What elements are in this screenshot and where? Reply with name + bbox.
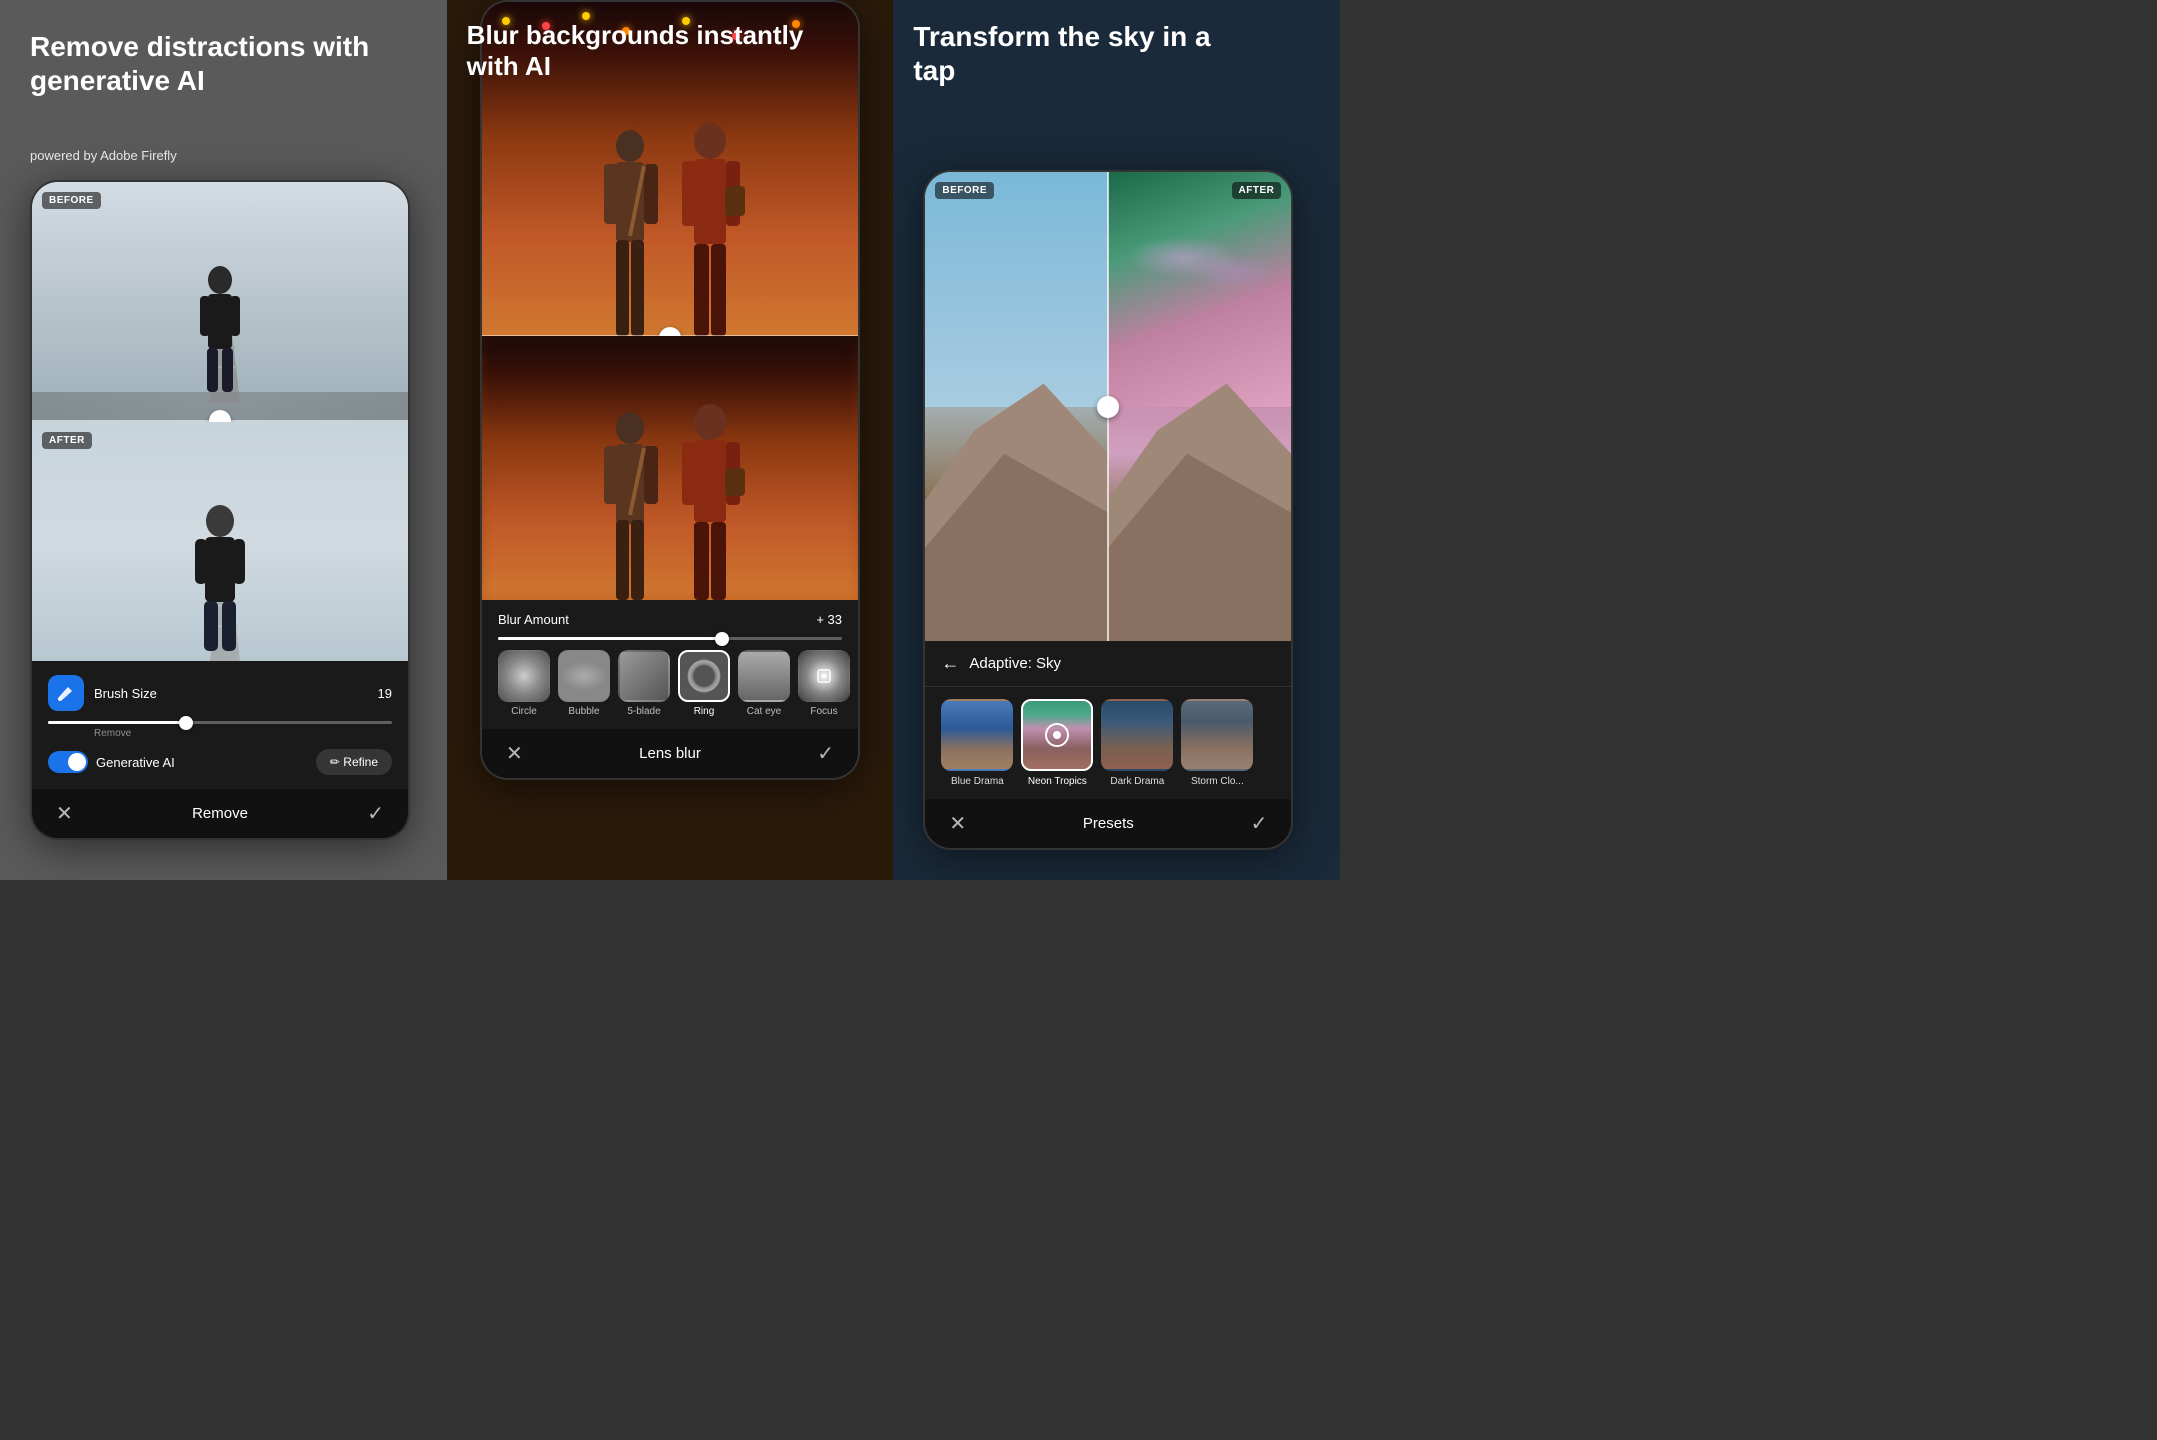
blur-option-focus[interactable]: Focus — [798, 650, 850, 717]
brush-slider[interactable] — [48, 721, 392, 724]
bottom-bar-1: ✕ Remove ✓ — [32, 789, 408, 838]
blur-option-circle[interactable]: Circle — [498, 650, 550, 717]
blur-option-5blade[interactable]: 5-blade — [618, 650, 670, 717]
blur-label-focus: Focus — [810, 706, 837, 717]
phone-mockup-2: BEFORE — [480, 0, 860, 780]
p3-check-icon[interactable]: ✓ — [1251, 811, 1268, 836]
preset-storm[interactable]: Storm Clo... — [1181, 699, 1253, 787]
blur-amount-label: Blur Amount — [498, 612, 808, 627]
brush-icon — [48, 675, 84, 711]
preset-neon-tropics[interactable]: Neon Tropics — [1021, 699, 1093, 787]
split-divider — [1107, 172, 1109, 641]
p2-controls: Blur Amount + 33 Circle — [482, 600, 858, 729]
p2-after-image: AFTER — [482, 336, 858, 600]
after-badge: AFTER — [42, 432, 92, 449]
panel-blur-backgrounds: Blur backgrounds instantly with AI BEFOR… — [447, 0, 894, 880]
generative-ai-label: Generative AI — [96, 755, 175, 770]
preset-label-neon-tropics: Neon Tropics — [1028, 776, 1087, 787]
bottom-label-1: Remove — [192, 805, 248, 822]
blur-option-ring[interactable]: Ring — [678, 650, 730, 717]
blur-option-bubble[interactable]: Bubble — [558, 650, 610, 717]
blur-options: Circle Bubble 5-blade — [498, 650, 842, 717]
blur-label-bubble: Bubble — [568, 706, 599, 717]
p3-presets: Blue Drama Neon Tropics Dark Drama — [925, 687, 1291, 799]
p3-after-badge: AFTER — [1232, 182, 1282, 199]
p3-close-icon[interactable]: ✕ — [949, 811, 966, 836]
p2-close-icon[interactable]: ✕ — [506, 741, 523, 766]
remove-label: Remove — [94, 728, 392, 739]
p3-photo: BEFORE AFTER — [925, 172, 1291, 641]
blur-amount-value: + 33 — [816, 612, 842, 627]
preset-label-blue-drama: Blue Drama — [951, 776, 1004, 787]
before-section: BEFORE — [32, 182, 408, 422]
panel1-title: Remove distractions with generative AI — [30, 30, 390, 97]
check-icon[interactable]: ✓ — [367, 801, 384, 826]
panel1-subtitle: powered by Adobe Firefly — [30, 148, 177, 163]
blur-thumb-focus — [798, 650, 850, 702]
preset-label-storm: Storm Clo... — [1191, 776, 1244, 787]
phone-mockup-1: BEFORE — [30, 180, 410, 840]
preset-thumb-neon-tropics — [1021, 699, 1093, 771]
bottom-bar-2: ✕ Lens blur ✓ — [482, 729, 858, 778]
brush-size-value: 19 — [378, 686, 392, 701]
panel-transform-sky: Transform the sky in a tap — [893, 0, 1340, 880]
blur-thumb-5blade — [618, 650, 670, 702]
p3-adaptive-label: Adaptive: Sky — [969, 655, 1061, 672]
preset-label-dark-drama: Dark Drama — [1110, 776, 1164, 787]
toolbar-1: Brush Size 19 Remove Generative AI — [32, 661, 408, 789]
before-badge: BEFORE — [42, 192, 101, 209]
panel3-title: Transform the sky in a tap — [913, 20, 1233, 87]
close-icon[interactable]: ✕ — [56, 801, 73, 826]
after-section: AFTER — [32, 422, 408, 662]
p3-adaptive-bar: ← Adaptive: Sky — [925, 641, 1291, 687]
preset-dark-drama[interactable]: Dark Drama — [1101, 699, 1173, 787]
blur-label-ring: Ring — [694, 706, 715, 717]
panel-remove-distractions: Remove distractions with generative AI p… — [0, 0, 447, 880]
phone-mockup-3: BEFORE AFTER ← Adaptive: Sky Blue Drama — [923, 170, 1293, 850]
refine-label: ✏ Refine — [330, 755, 378, 769]
bottom-label-3: Presets — [1083, 815, 1134, 832]
panel2-title: Blur backgrounds instantly with AI — [467, 20, 827, 82]
blur-label-circle: Circle — [511, 706, 537, 717]
preset-thumb-dark-drama — [1101, 699, 1173, 771]
refine-button[interactable]: ✏ Refine — [316, 749, 392, 775]
p3-before-half — [925, 172, 1108, 641]
blur-thumb-circle — [498, 650, 550, 702]
p3-controls: ← Adaptive: Sky Blue Drama — [925, 641, 1291, 799]
blur-label-cateye: Cat eye — [747, 706, 781, 717]
bottom-label-2: Lens blur — [639, 745, 701, 762]
generative-ai-toggle[interactable] — [48, 751, 88, 773]
preset-thumb-blue-drama — [941, 699, 1013, 771]
blur-thumb-ring — [678, 650, 730, 702]
p3-after-half — [1108, 172, 1291, 641]
p3-before-badge: BEFORE — [935, 182, 994, 199]
back-arrow-icon[interactable]: ← — [941, 653, 959, 674]
blur-option-cateye[interactable]: Cat eye — [738, 650, 790, 717]
preset-thumb-storm — [1181, 699, 1253, 771]
blur-thumb-bubble — [558, 650, 610, 702]
blur-label-5blade: 5-blade — [627, 706, 660, 717]
preset-blue-drama[interactable]: Blue Drama — [941, 699, 1013, 787]
p2-check-icon[interactable]: ✓ — [817, 741, 834, 766]
blur-thumb-cateye — [738, 650, 790, 702]
bottom-bar-3: ✕ Presets ✓ — [925, 799, 1291, 848]
brush-size-label: Brush Size — [94, 686, 368, 701]
blur-slider[interactable] — [498, 637, 842, 640]
p3-divider-handle[interactable] — [1097, 396, 1119, 418]
